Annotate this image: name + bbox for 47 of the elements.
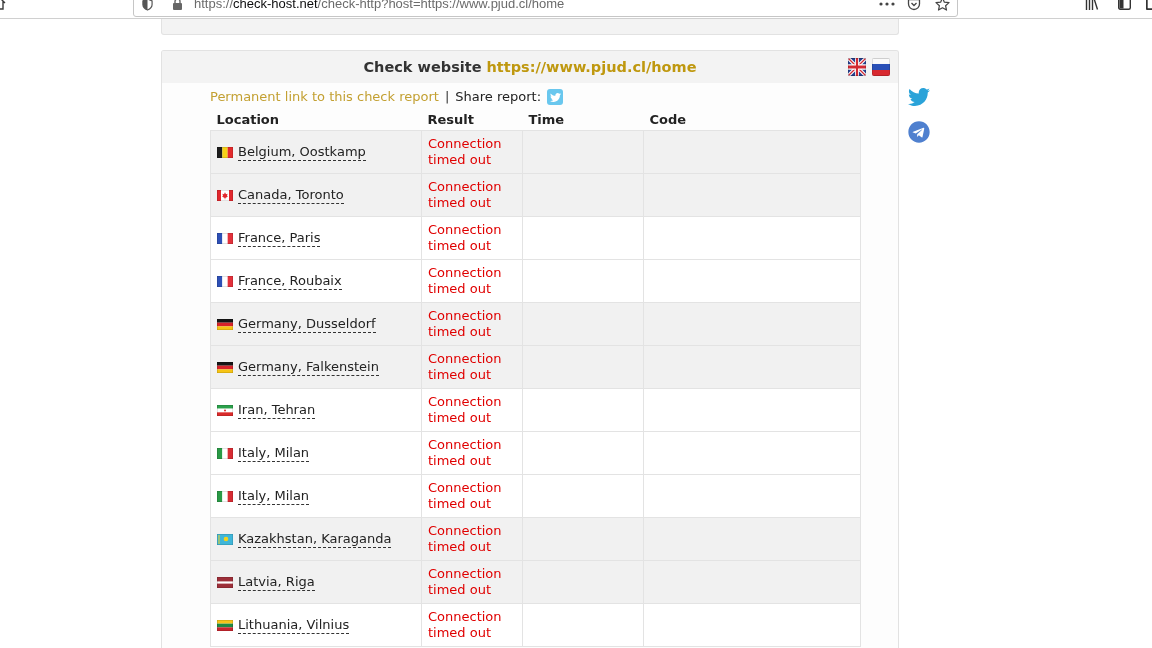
shield-icon[interactable] (142, 0, 153, 11)
share-label: Share report: (455, 89, 541, 105)
location-link[interactable]: Iran, Tehran (238, 401, 316, 419)
check-badge-icon[interactable] (907, 0, 921, 11)
flag-icon (217, 232, 233, 244)
column-header: Result (427, 111, 474, 127)
star-icon[interactable] (935, 0, 950, 11)
result-text: Connection timed out (428, 222, 503, 254)
paper-plane-icon[interactable] (908, 121, 930, 143)
result-text: Connection timed out (428, 566, 503, 598)
result-text: Connection timed out (428, 609, 503, 641)
location-link[interactable]: Italy, Milan (238, 444, 310, 462)
result-text: Connection timed out (428, 136, 503, 168)
sidebar-icon[interactable] (1118, 0, 1131, 10)
location-link[interactable]: Latvia, Riga (238, 573, 315, 591)
flag-icon (217, 146, 233, 158)
bird-tile-icon[interactable] (547, 89, 563, 105)
column-header: Location (216, 111, 280, 127)
flag-icon (217, 533, 233, 545)
result-text: Connection timed out (428, 523, 503, 555)
check-title: Check website (363, 59, 482, 75)
column-header: Time (528, 111, 565, 127)
flag-icon (217, 490, 233, 502)
location-link[interactable]: Italy, Milan (238, 487, 310, 505)
library-icon[interactable] (1085, 0, 1099, 11)
flag-icon (217, 447, 233, 459)
location-link[interactable]: France, Paris (238, 229, 321, 247)
separator: | (444, 89, 450, 105)
column-header: Code (649, 111, 687, 127)
result-text: Connection timed out (428, 265, 503, 297)
flag-icon (217, 619, 233, 631)
bird-icon[interactable] (908, 86, 930, 105)
result-text: Connection timed out (428, 351, 503, 383)
result-text: Connection timed out (428, 308, 503, 340)
lock-icon[interactable] (172, 0, 183, 10)
result-text: Connection timed out (428, 394, 503, 426)
flag-icon (217, 361, 233, 373)
result-text: Connection timed out (428, 179, 503, 211)
flag-icon (217, 576, 233, 588)
flag-icon (217, 275, 233, 287)
result-text: Connection timed out (428, 437, 503, 469)
result-text: Connection timed out (428, 480, 503, 512)
more-icon[interactable] (879, 2, 895, 6)
flag-icon (217, 189, 233, 201)
flag-icon (217, 318, 233, 330)
flag-icon[interactable] (848, 58, 866, 76)
flag-icon (217, 404, 233, 416)
